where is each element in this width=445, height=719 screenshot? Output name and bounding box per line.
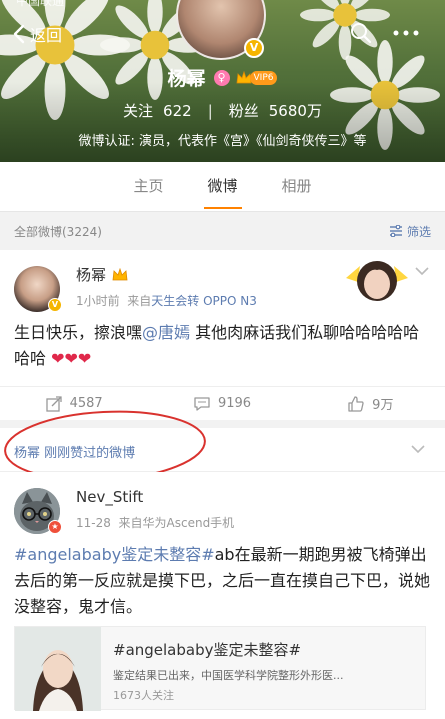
back-button[interactable]: 返回: [12, 22, 62, 46]
post-text-start: 生日快乐，擦浪嘿: [14, 323, 143, 342]
vip-badge[interactable]: VIP6: [236, 70, 278, 85]
topic-card-title: #angelababy鉴定未整容#: [113, 641, 302, 659]
post-meta: 1小时前 来自天生会转 OPPO N3: [76, 292, 257, 309]
profile-name: 杨幂: [167, 68, 206, 90]
more-button[interactable]: [392, 22, 420, 48]
search-button[interactable]: [350, 22, 372, 48]
post-source-prefix: 来自: [127, 294, 152, 308]
post-count-label: 全部微博(3224): [14, 224, 102, 239]
verified-badge-icon: V: [244, 38, 264, 58]
chevron-left-icon: [13, 24, 25, 44]
portrait-thumbnail: [15, 627, 101, 711]
search-icon: [351, 23, 372, 44]
topic-card-followers: 1673人关注: [113, 689, 174, 702]
post-time: 1小时前: [76, 294, 120, 308]
stats-divider: |: [207, 101, 213, 120]
post-card[interactable]: V 杨幂 1小时前 来自天生会转 OPPO N3 生日快乐，擦浪嘿@唐嫣 其他肉…: [0, 250, 445, 420]
post-source[interactable]: 天生会转 OPPO N3: [151, 294, 257, 308]
chevron-down-icon[interactable]: [414, 266, 430, 276]
female-icon: ♀: [213, 69, 230, 86]
tab-home[interactable]: 主页: [112, 162, 186, 211]
chevron-down-icon[interactable]: [410, 444, 426, 454]
mention-link[interactable]: @唐嫣: [142, 323, 190, 342]
filter-button[interactable]: 筛选: [389, 223, 431, 240]
following-count[interactable]: 622: [163, 102, 192, 120]
member-badge-icon: ★: [48, 520, 62, 534]
more-icon: [393, 30, 419, 36]
like-button[interactable]: 9万: [297, 387, 445, 420]
filter-bar: 全部微博(3224) 筛选: [0, 212, 445, 250]
vip-level-label: VIP6: [249, 70, 278, 85]
back-label: 返回: [30, 26, 63, 45]
profile-header: 中国联通 V 返回 杨幂 ♀ VIP6 关注 622 | 粉丝 5680万 微博…: [0, 0, 445, 162]
status-bar-text: 中国联通: [16, 0, 65, 8]
post-text: 生日快乐，擦浪嘿@唐嫣 其他肉麻话我们私聊哈哈哈哈哈哈哈 ❤❤❤: [14, 320, 429, 372]
post-meta: 11-28 来自华为Ascend手机: [76, 514, 234, 531]
verification-text: 微博认证: 演员，代表作《宫》《仙剑奇侠传三》等: [78, 134, 367, 149]
filter-icon: [389, 225, 402, 237]
card-sticker-decoration: [346, 261, 408, 301]
post-date: 11-28: [76, 516, 111, 530]
post-card[interactable]: ★ Nev_Stift 11-28 来自华为Ascend手机 #angelaba…: [0, 472, 445, 719]
tab-album[interactable]: 相册: [260, 162, 334, 211]
topic-card-description: 鉴定结果已出来，中国医学科学院整形外形医...: [113, 669, 344, 682]
header-shade: [0, 82, 445, 162]
profile-name-row: 杨幂 ♀ VIP6: [0, 64, 445, 91]
thumbs-up-icon: [348, 395, 364, 412]
profile-tabs: 主页 微博 相册: [0, 162, 445, 212]
like-count: 9万: [372, 398, 394, 413]
post-source: 来自华为Ascend手机: [118, 516, 235, 530]
daisy-decoration: [300, 0, 390, 60]
crown-icon: [112, 267, 128, 280]
profile-stats: 关注 622 | 粉丝 5680万: [0, 100, 445, 121]
verified-badge-icon: V: [48, 298, 62, 312]
followers-count[interactable]: 5680万: [269, 100, 322, 121]
followers-label: 粉丝: [228, 102, 259, 120]
post-text: #angelababy鉴定未整容#ab在最新一期跑男被飞椅弹出去后的第一反应就是…: [14, 542, 431, 620]
filter-label: 筛选: [406, 224, 431, 239]
comment-count: 9196: [217, 396, 252, 411]
topic-card[interactable]: #angelababy鉴定未整容# 鉴定结果已出来，中国医学科学院整形外形医..…: [14, 626, 426, 711]
topic-link[interactable]: #angelababy鉴定未整容#: [14, 545, 215, 564]
post-author-row: 杨幂: [76, 264, 128, 285]
heart-emoji: ❤❤❤: [51, 349, 92, 368]
topic-card-thumbnail: [15, 627, 101, 711]
tab-weibo[interactable]: 微博: [186, 162, 260, 211]
post-author-name[interactable]: Nev_Stift: [76, 488, 143, 506]
following-label: 关注: [123, 102, 154, 120]
post-author-name[interactable]: 杨幂: [76, 264, 106, 285]
